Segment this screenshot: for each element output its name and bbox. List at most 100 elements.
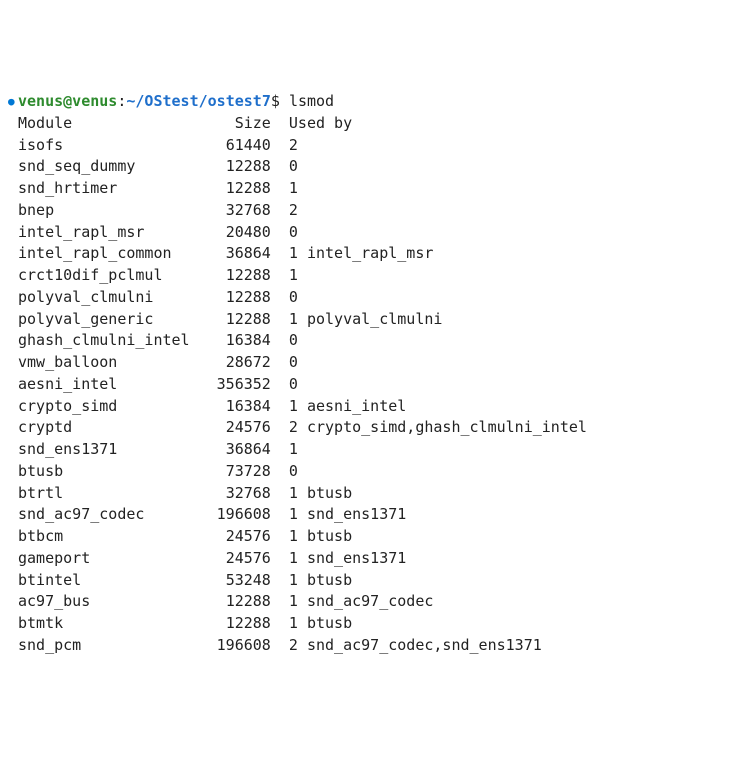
module-name: btmtk: [18, 613, 208, 635]
module-used: 1 btusb: [289, 570, 352, 592]
table-row: gameport24576 1 snd_ens1371: [8, 548, 740, 570]
module-used: 1: [289, 178, 298, 200]
module-size: 73728: [208, 461, 271, 483]
table-row: snd_ac97_codec196608 1 snd_ens1371: [8, 504, 740, 526]
table-row: isofs61440 2: [8, 135, 740, 157]
command-input: lsmod: [289, 92, 334, 110]
module-size: 32768: [208, 483, 271, 505]
module-size: 12288: [208, 178, 271, 200]
module-used: 0: [289, 352, 298, 374]
module-name: isofs: [18, 135, 208, 157]
module-name: snd_seq_dummy: [18, 156, 208, 178]
module-size: 356352: [208, 374, 271, 396]
table-row: vmw_balloon28672 0: [8, 352, 740, 374]
header-line: ModuleSize Used by: [8, 113, 740, 135]
module-used: 1 btusb: [289, 483, 352, 505]
module-size: 28672: [208, 352, 271, 374]
table-row: intel_rapl_common36864 1 intel_rapl_msr: [8, 243, 740, 265]
module-used: 1 intel_rapl_msr: [289, 243, 434, 265]
table-row: btintel53248 1 btusb: [8, 570, 740, 592]
module-used: 0: [289, 287, 298, 309]
module-name: aesni_intel: [18, 374, 208, 396]
module-name: snd_ens1371: [18, 439, 208, 461]
module-name: ac97_bus: [18, 591, 208, 613]
table-row: bnep32768 2: [8, 200, 740, 222]
module-size: 12288: [208, 591, 271, 613]
table-row: ghash_clmulni_intel16384 0: [8, 330, 740, 352]
module-name: polyval_generic: [18, 309, 208, 331]
table-row: snd_pcm196608 2 snd_ac97_codec,snd_ens13…: [8, 635, 740, 657]
module-used: 2: [289, 200, 298, 222]
module-used: 2 snd_ac97_codec,snd_ens1371: [289, 635, 542, 657]
header-module: Module: [18, 113, 208, 135]
module-size: 20480: [208, 222, 271, 244]
table-row: cryptd24576 2 crypto_simd,ghash_clmulni_…: [8, 417, 740, 439]
module-size: 24576: [208, 417, 271, 439]
table-row: btusb73728 0: [8, 461, 740, 483]
prompt-line[interactable]: ●venus@venus:~/OStest/ostest7$ lsmod: [8, 91, 740, 113]
module-used: 1 polyval_clmulni: [289, 309, 443, 331]
module-size: 36864: [208, 243, 271, 265]
prompt-path: ~/OStest/ostest7: [126, 92, 271, 110]
header-used-by: Used by: [289, 113, 352, 135]
table-row: crypto_simd16384 1 aesni_intel: [8, 396, 740, 418]
module-used: 1 btusb: [289, 526, 352, 548]
table-row: btrtl32768 1 btusb: [8, 483, 740, 505]
table-row: btbcm24576 1 btusb: [8, 526, 740, 548]
prompt-user: venus@venus: [18, 92, 117, 110]
module-used: 0: [289, 374, 298, 396]
module-name: crct10dif_pclmul: [18, 265, 208, 287]
module-name: crypto_simd: [18, 396, 208, 418]
module-used: 1 aesni_intel: [289, 396, 406, 418]
module-used: 0: [289, 330, 298, 352]
module-name: btusb: [18, 461, 208, 483]
module-name: snd_hrtimer: [18, 178, 208, 200]
bullet-indicator: ●: [8, 94, 18, 110]
header-size: Size: [208, 113, 271, 135]
table-row: intel_rapl_msr20480 0: [8, 222, 740, 244]
module-size: 12288: [208, 613, 271, 635]
module-size: 24576: [208, 526, 271, 548]
module-size: 12288: [208, 287, 271, 309]
table-row: ac97_bus12288 1 snd_ac97_codec: [8, 591, 740, 613]
module-name: snd_ac97_codec: [18, 504, 208, 526]
module-size: 12288: [208, 309, 271, 331]
table-row: snd_ens137136864 1: [8, 439, 740, 461]
module-used: 2: [289, 135, 298, 157]
module-used: 1 snd_ens1371: [289, 548, 406, 570]
module-size: 196608: [208, 635, 271, 657]
module-size: 32768: [208, 200, 271, 222]
module-name: intel_rapl_common: [18, 243, 208, 265]
table-row: polyval_generic12288 1 polyval_clmulni: [8, 309, 740, 331]
module-size: 12288: [208, 156, 271, 178]
module-used: 0: [289, 222, 298, 244]
module-size: 12288: [208, 265, 271, 287]
module-size: 61440: [208, 135, 271, 157]
module-size: 16384: [208, 330, 271, 352]
module-name: btintel: [18, 570, 208, 592]
table-row: snd_seq_dummy12288 0: [8, 156, 740, 178]
table-row: crct10dif_pclmul12288 1: [8, 265, 740, 287]
module-used: 1 snd_ac97_codec: [289, 591, 434, 613]
module-used: 1: [289, 439, 298, 461]
module-name: btrtl: [18, 483, 208, 505]
module-name: vmw_balloon: [18, 352, 208, 374]
module-name: bnep: [18, 200, 208, 222]
module-name: btbcm: [18, 526, 208, 548]
module-size: 196608: [208, 504, 271, 526]
module-name: intel_rapl_msr: [18, 222, 208, 244]
module-name: snd_pcm: [18, 635, 208, 657]
module-used: 2 crypto_simd,ghash_clmulni_intel: [289, 417, 587, 439]
table-row: polyval_clmulni12288 0: [8, 287, 740, 309]
table-row: btmtk12288 1 btusb: [8, 613, 740, 635]
module-used: 1 btusb: [289, 613, 352, 635]
module-used: 0: [289, 156, 298, 178]
module-used: 1: [289, 265, 298, 287]
table-row: snd_hrtimer12288 1: [8, 178, 740, 200]
module-name: gameport: [18, 548, 208, 570]
module-size: 36864: [208, 439, 271, 461]
module-used: 1 snd_ens1371: [289, 504, 406, 526]
module-name: polyval_clmulni: [18, 287, 208, 309]
module-name: ghash_clmulni_intel: [18, 330, 208, 352]
module-size: 16384: [208, 396, 271, 418]
